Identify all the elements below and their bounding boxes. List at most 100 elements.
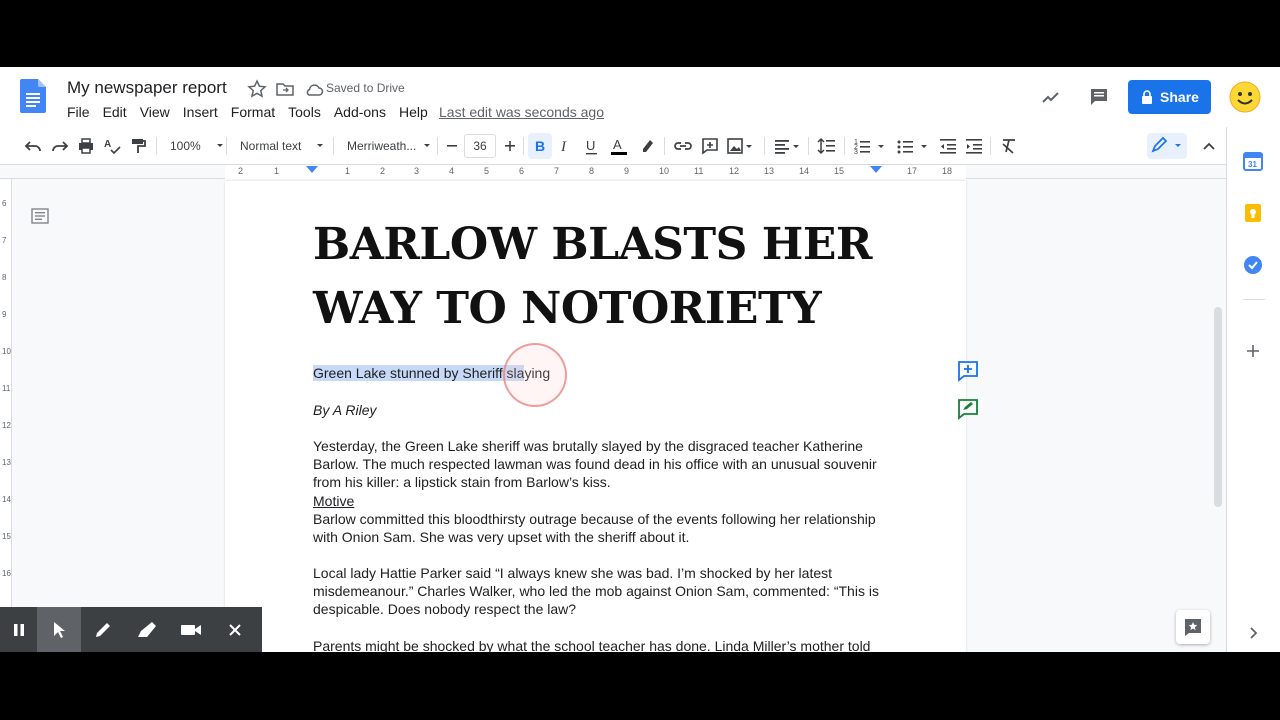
menu-help[interactable]: Help [399,104,428,120]
vertical-ruler[interactable]: 6 7 8 9 10 11 12 13 14 15 16 17 [0,179,12,652]
last-edit-link[interactable]: Last edit was seconds ago [439,104,604,120]
zoom-select[interactable]: 100% [170,136,225,156]
ruler-number: 18 [942,166,953,176]
headline[interactable]: BARLOW BLASTS HER WAY TO NOTORIETY [313,213,873,341]
menu-edit[interactable]: Edit [103,104,127,120]
tasks-icon[interactable] [1243,255,1263,275]
text-color-icon[interactable]: A [610,136,628,156]
docs-logo-icon[interactable] [20,79,46,113]
pen-tool-button[interactable] [81,607,125,652]
highlighter-tool-button[interactable] [125,607,169,652]
svg-text:U: U [586,138,595,153]
document-title[interactable]: My newspaper report [67,78,227,98]
document-outline-icon[interactable] [31,207,49,225]
menu-view[interactable]: View [140,104,170,120]
cursor-arrow-icon [54,621,65,638]
style-select[interactable]: Normal text [240,136,325,156]
decrease-indent-icon[interactable] [938,136,958,156]
menu-tools[interactable]: Tools [288,104,321,120]
chevron-down-icon [216,144,223,147]
align-left-icon[interactable] [773,136,803,156]
app-window: My newspaper report Saved to Drive File … [0,67,1280,652]
ruler-number: 8 [2,273,7,282]
paragraph-4[interactable]: Parents might be shocked by what the sch… [313,637,883,652]
add-comment-icon[interactable] [700,136,720,156]
pointer-tool-button[interactable] [37,607,81,652]
chevron-up-icon[interactable] [1200,136,1218,156]
right-indent-marker-icon[interactable] [870,166,882,176]
insert-link-icon[interactable] [673,136,693,156]
bold-button[interactable]: B [528,133,552,159]
svg-text:A: A [613,137,622,152]
camera-toggle-button[interactable] [169,607,213,652]
ruler-number: 11 [694,166,704,176]
menu-file[interactable]: File [67,104,90,120]
svg-text:I: I [560,139,567,155]
paragraph-3[interactable]: Local lady Hattie Parker said “I always … [313,564,883,619]
avatar[interactable] [1229,81,1261,113]
suggest-edits-float-icon[interactable] [956,397,980,421]
scrollbar-thumb[interactable] [1214,307,1222,507]
byline[interactable]: By A Riley [313,402,377,418]
font-size-input[interactable]: 36 [464,134,496,158]
menu-addons[interactable]: Add-ons [334,104,386,120]
numbered-list-icon[interactable]: 123 [853,136,889,156]
menu-insert[interactable]: Insert [183,104,218,120]
save-status: Saved to Drive [326,81,405,95]
spellcheck-icon[interactable]: A [103,136,121,156]
paragraph-1[interactable]: Yesterday, the Green Lake sheriff was br… [313,437,883,492]
calendar-icon[interactable]: 31 [1243,151,1263,171]
italic-icon[interactable]: I [558,136,574,156]
document-page[interactable]: BARLOW BLASTS HER WAY TO NOTORIETY Green… [225,181,966,652]
editing-mode-button[interactable] [1147,133,1187,159]
paint-format-icon[interactable] [129,136,147,156]
comments-icon[interactable] [1089,87,1109,107]
explore-icon [1185,619,1201,636]
clear-formatting-icon[interactable] [999,136,1019,156]
chevron-right-icon[interactable] [1243,623,1263,643]
insert-image-icon[interactable] [726,136,756,156]
ruler-number: 7 [554,166,560,176]
activity-trend-icon[interactable] [1041,87,1061,107]
share-label: Share [1160,89,1199,105]
decrease-font-size-icon[interactable] [444,136,460,156]
underline-icon[interactable]: U [584,136,600,156]
motive-heading[interactable]: Motive [313,492,883,510]
horizontal-ruler[interactable]: 2 1 1 2 3 4 5 6 7 8 9 10 11 12 13 14 15 … [0,165,1226,179]
move-folder-icon[interactable] [275,79,295,99]
line-spacing-icon[interactable] [817,136,837,156]
ruler-number: 8 [589,166,595,176]
bulleted-list-icon[interactable] [896,136,932,156]
star-icon[interactable] [247,79,267,99]
highlight-color-icon[interactable] [639,136,657,156]
add-comment-float-icon[interactable] [956,359,980,383]
ruler-number: 6 [2,199,7,208]
add-addon-icon[interactable] [1243,341,1263,361]
close-icon [229,623,241,636]
screen-recorder-bar [0,607,262,652]
paragraph-2[interactable]: Barlow committed this bloodthirsty outra… [313,510,883,546]
increase-font-size-icon[interactable] [502,136,518,156]
explore-button[interactable] [1176,610,1210,644]
undo-icon[interactable] [24,136,42,156]
selected-text[interactable]: Green Lake stunned by Sheriff sla [313,365,525,381]
share-button[interactable]: Share [1128,80,1211,114]
menu-format[interactable]: Format [231,104,275,120]
font-value: Merriweath... [347,139,417,153]
click-highlight [503,343,567,407]
font-select[interactable]: Merriweath... [347,136,432,156]
ruler-number: 14 [799,166,810,176]
increase-indent-icon[interactable] [964,136,984,156]
close-recorder-button[interactable] [213,607,257,652]
ruler-number: 11 [2,384,11,393]
print-icon[interactable] [77,136,95,156]
ruler-number: 9 [2,310,7,319]
pause-button[interactable] [0,607,37,652]
ruler-number: 14 [2,495,11,504]
svg-text:3: 3 [854,149,858,156]
indent-marker-icon[interactable] [306,166,318,176]
ruler-number: 1 [274,166,280,176]
redo-icon[interactable] [51,136,69,156]
cloud-saved-icon[interactable] [304,80,324,100]
keep-icon[interactable] [1243,203,1263,223]
